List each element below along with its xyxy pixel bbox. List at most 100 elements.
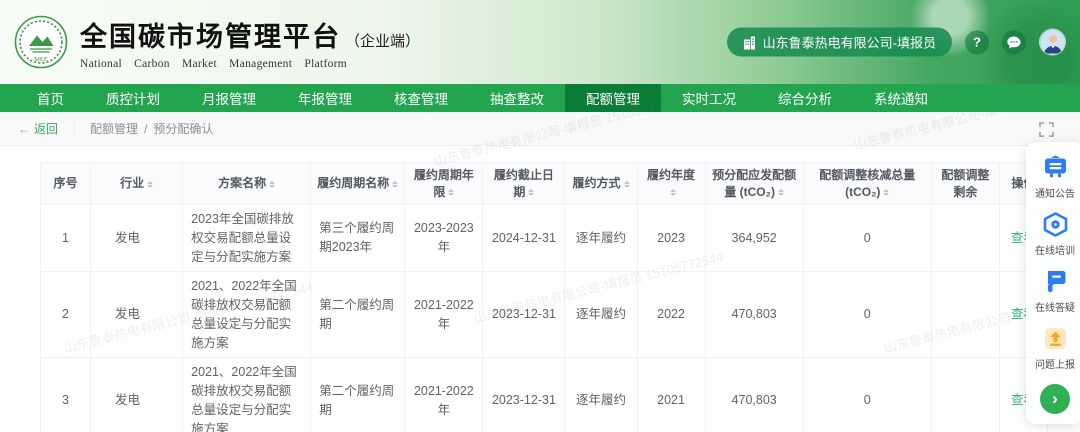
sort-icon[interactable] xyxy=(269,181,275,188)
sort-icon[interactable] xyxy=(392,181,398,188)
cell-deadline: 2023-12-31 xyxy=(483,272,565,358)
user-company-badge[interactable]: 山东鲁泰热电有限公司-填报员 xyxy=(727,28,952,57)
help-button[interactable]: ? xyxy=(965,30,989,54)
cell-adjust-deduction: 0 xyxy=(803,358,931,432)
back-arrow-icon: ← xyxy=(18,122,30,136)
col-header-pre-allocated[interactable]: 预分配应发配额量 (tCO₂) xyxy=(705,163,803,205)
nav-item-realtime-status[interactable]: 实时工况 xyxy=(661,84,757,112)
cell-pre-allocated: 470,803 xyxy=(705,358,803,432)
float-item-label: 在线培训 xyxy=(1035,242,1075,257)
cell-year: 2023 xyxy=(637,205,705,272)
collapse-panel-button[interactable]: › xyxy=(1040,384,1070,414)
col-header-adjust-remaining: 配额调整剩余 xyxy=(931,163,999,205)
col-header-cycle-years[interactable]: 履约周期年限 xyxy=(405,163,483,205)
cell-adjust-remaining xyxy=(931,205,999,272)
float-item-label: 问题上报 xyxy=(1035,356,1075,371)
cell-cycle-years: 2023-2023年 xyxy=(405,205,483,272)
cell-adjust-deduction: 0 xyxy=(803,205,931,272)
nav-item-analysis[interactable]: 综合分析 xyxy=(757,84,853,112)
cell-index: 3 xyxy=(41,358,91,432)
nav-item-system-notice[interactable]: 系统通知 xyxy=(853,84,949,112)
cell-index: 1 xyxy=(41,205,91,272)
table-row: 1 发电 2023年全国碳排放权交易配额总量设定与分配实施方案 第三个履约周期2… xyxy=(41,205,1048,272)
upload-icon xyxy=(1042,325,1069,352)
col-header-cycle-name[interactable]: 履约周期名称 xyxy=(311,163,405,205)
avatar[interactable] xyxy=(1039,29,1066,56)
sort-icon[interactable] xyxy=(624,181,630,188)
col-header-method[interactable]: 履约方式 xyxy=(565,163,637,205)
col-header-industry[interactable]: 行业 xyxy=(91,163,183,205)
nav-item-home[interactable]: 首页 xyxy=(16,84,85,112)
fullscreen-icon[interactable] xyxy=(1039,122,1054,142)
nav-item-qc-plan[interactable]: 质控计划 xyxy=(85,84,181,112)
cell-cycle-name: 第三个履约周期2023年 xyxy=(311,205,405,272)
col-header-adjust-deduction[interactable]: 配额调整核减总量 (tCO₂) xyxy=(803,163,931,205)
chat-bubble-icon xyxy=(1006,34,1022,50)
notice-announcement-button[interactable]: 通知公告 xyxy=(1035,154,1075,200)
main-content: 山东鲁泰热电有限公司-填报员 15106772544 山东鲁泰热电有限公司-填报… xyxy=(0,112,1080,432)
cell-industry: 发电 xyxy=(91,358,183,432)
online-training-button[interactable]: 在线培训 xyxy=(1035,211,1075,257)
cell-deadline: 2024-12-31 xyxy=(483,205,565,272)
sort-icon[interactable] xyxy=(670,189,676,196)
sort-icon[interactable] xyxy=(528,189,534,196)
question-icon: ? xyxy=(973,35,981,50)
announcement-icon xyxy=(1042,154,1069,181)
cell-adjust-deduction: 0 xyxy=(803,272,931,358)
cell-pre-allocated: 364,952 xyxy=(705,205,803,272)
breadcrumb-slash: / xyxy=(144,122,147,136)
cell-year: 2021 xyxy=(637,358,705,432)
back-button[interactable]: ← 返回 xyxy=(18,120,58,137)
breadcrumb-current: 预分配确认 xyxy=(153,120,213,137)
cell-industry: 发电 xyxy=(91,205,183,272)
float-item-label: 通知公告 xyxy=(1035,185,1075,200)
sort-icon[interactable] xyxy=(883,189,889,196)
chat-button[interactable] xyxy=(1002,30,1026,54)
cell-pre-allocated: 470,803 xyxy=(705,272,803,358)
table-row: 3 发电 2021、2022年全国碳排放权交易配额总量设定与分配实施方案 第二个… xyxy=(41,358,1048,432)
issue-report-button[interactable]: 问题上报 xyxy=(1035,325,1075,371)
cell-method: 逐年履约 xyxy=(565,205,637,272)
nav-item-monthly-report[interactable]: 月报管理 xyxy=(181,84,277,112)
cell-method: 逐年履约 xyxy=(565,358,637,432)
quota-table: 序号 行业 方案名称 履约周期名称 履约周期年限 履约截止日期 履约方式 履约年… xyxy=(40,162,1048,432)
page-title-suffix: （企业端） xyxy=(345,30,420,51)
user-badge-label: 山东鲁泰热电有限公司-填报员 xyxy=(763,33,936,52)
nav-item-spot-check[interactable]: 抽查整改 xyxy=(469,84,565,112)
sort-icon[interactable] xyxy=(778,189,784,196)
online-qa-button[interactable]: 在线答疑 xyxy=(1035,268,1075,314)
cell-method: 逐年履约 xyxy=(565,272,637,358)
cell-adjust-remaining xyxy=(931,358,999,432)
cell-deadline: 2023-12-31 xyxy=(483,358,565,432)
nav-item-quota-management[interactable]: 配额管理 xyxy=(565,84,661,112)
table-row: 2 发电 2021、2022年全国碳排放权交易配额总量设定与分配实施方案 第二个… xyxy=(41,272,1048,358)
col-header-plan-name[interactable]: 方案名称 xyxy=(183,163,311,205)
app-header: MEE 全国碳市场管理平台 （企业端） National Carbon Mark… xyxy=(0,0,1080,84)
mee-logo-icon: MEE xyxy=(14,15,68,69)
nav-item-annual-report[interactable]: 年报管理 xyxy=(277,84,373,112)
cell-plan-name: 2021、2022年全国碳排放权交易配额总量设定与分配实施方案 xyxy=(183,272,311,358)
sort-icon[interactable] xyxy=(147,181,153,188)
cell-cycle-name: 第二个履约周期 xyxy=(311,272,405,358)
main-nav: 首页 质控计划 月报管理 年报管理 核查管理 抽查整改 配额管理 实时工况 综合… xyxy=(0,84,1080,112)
table-header-row: 序号 行业 方案名称 履约周期名称 履约周期年限 履约截止日期 履约方式 履约年… xyxy=(41,163,1048,205)
logo-text: MEE xyxy=(34,56,48,63)
cell-cycle-years: 2021-2022年 xyxy=(405,358,483,432)
title-block: 全国碳市场管理平台 （企业端） National Carbon Market M… xyxy=(80,15,420,70)
building-icon xyxy=(743,35,756,49)
nav-item-verification[interactable]: 核查管理 xyxy=(373,84,469,112)
qa-flag-icon xyxy=(1042,268,1069,295)
page-subtitle: National Carbon Market Management Platfo… xyxy=(80,58,420,70)
training-box-icon xyxy=(1042,211,1069,238)
cell-adjust-remaining xyxy=(931,272,999,358)
col-header-deadline[interactable]: 履约截止日期 xyxy=(483,163,565,205)
page-title: 全国碳市场管理平台 xyxy=(80,15,341,54)
back-label: 返回 xyxy=(34,120,58,137)
sort-icon[interactable] xyxy=(448,189,454,196)
breadcrumb-section[interactable]: 配额管理 xyxy=(90,120,138,137)
cell-industry: 发电 xyxy=(91,272,183,358)
col-header-year[interactable]: 履约年度 xyxy=(637,163,705,205)
cell-index: 2 xyxy=(41,272,91,358)
cell-cycle-name: 第二个履约周期 xyxy=(311,358,405,432)
breadcrumb-divider: ｜ xyxy=(68,120,80,137)
